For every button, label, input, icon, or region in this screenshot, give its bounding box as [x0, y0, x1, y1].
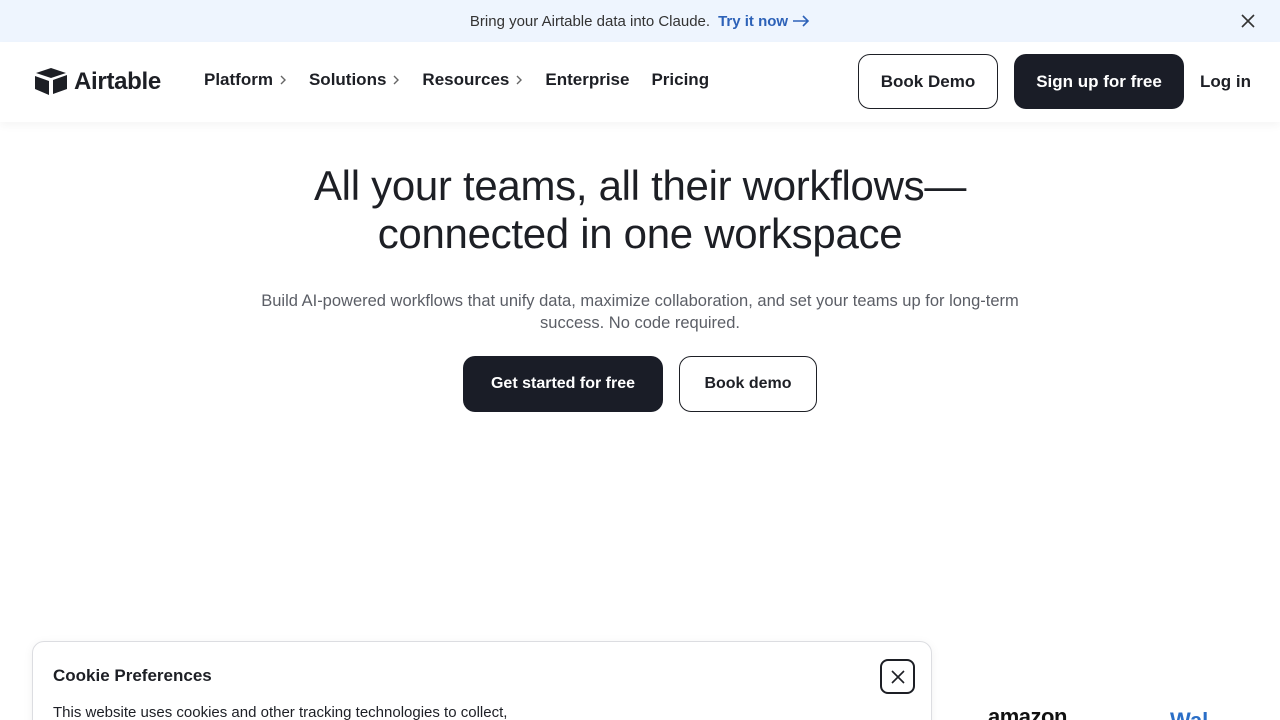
nav-pricing-label: Pricing [651, 70, 710, 89]
amazon-logo: amazon [988, 704, 1067, 720]
log-in-link[interactable]: Log in [1200, 72, 1251, 92]
cookie-description: This website uses cookies and other trac… [53, 704, 508, 720]
close-icon [1241, 14, 1255, 28]
airtable-logo-icon [35, 68, 67, 95]
airtable-logo[interactable]: Airtable [34, 67, 161, 96]
nav-enterprise[interactable]: Enterprise [545, 70, 629, 90]
hero-title-line1: All your teams, all their workflows— [313, 162, 967, 209]
nav-solutions[interactable]: Solutions [309, 70, 400, 90]
hero-title: All your teams, all their workflows— con… [240, 162, 1040, 258]
site-header: Airtable Platform Solutions Resources En… [0, 42, 1280, 122]
announcement-banner: Bring your Airtable data into Claude. Tr… [0, 0, 1280, 42]
chevron-right-icon [393, 75, 400, 85]
nav-platform-label: Platform [204, 70, 273, 89]
hero-subtitle-line2: success. No code required. [540, 314, 740, 332]
nav-pricing[interactable]: Pricing [651, 70, 709, 90]
banner-message: Bring your Airtable data into Claude. [469, 12, 711, 30]
cookie-close-button[interactable] [880, 659, 915, 694]
book-demo-button[interactable]: Book Demo [858, 54, 998, 109]
get-started-button[interactable]: Get started for free [463, 356, 663, 412]
sign-up-button[interactable]: Sign up for free [1014, 54, 1184, 109]
walmart-logo: Wal [1170, 708, 1220, 720]
chevron-right-icon [280, 75, 286, 85]
banner-link-label: Try it now [718, 12, 789, 30]
close-icon [890, 669, 905, 684]
hero-book-demo-button[interactable]: Book demo [679, 356, 817, 412]
nav-resources[interactable]: Resources [422, 70, 523, 90]
chevron-right-icon [516, 75, 523, 85]
main-nav: Platform Solutions Resources Enterprise … [204, 70, 731, 90]
hero-title-line2: connected in one workspace [377, 210, 903, 257]
arrow-right-icon [793, 15, 810, 27]
hero-subtitle-line1: Build AI-powered workflows that unify da… [261, 292, 1019, 310]
nav-resources-label: Resources [422, 70, 510, 89]
nav-platform[interactable]: Platform [204, 70, 287, 90]
nav-enterprise-label: Enterprise [545, 70, 630, 89]
cookie-preferences-panel: Cookie Preferences This website uses coo… [32, 641, 932, 720]
banner-close-button[interactable] [1238, 11, 1258, 31]
nav-solutions-label: Solutions [308, 70, 387, 89]
banner-try-link[interactable]: Try it now [718, 13, 810, 30]
cookie-title: Cookie Preferences [53, 666, 212, 685]
logo-wordmark: Airtable [74, 67, 161, 95]
hero-subtitle: Build AI-powered workflows that unify da… [230, 290, 1050, 334]
